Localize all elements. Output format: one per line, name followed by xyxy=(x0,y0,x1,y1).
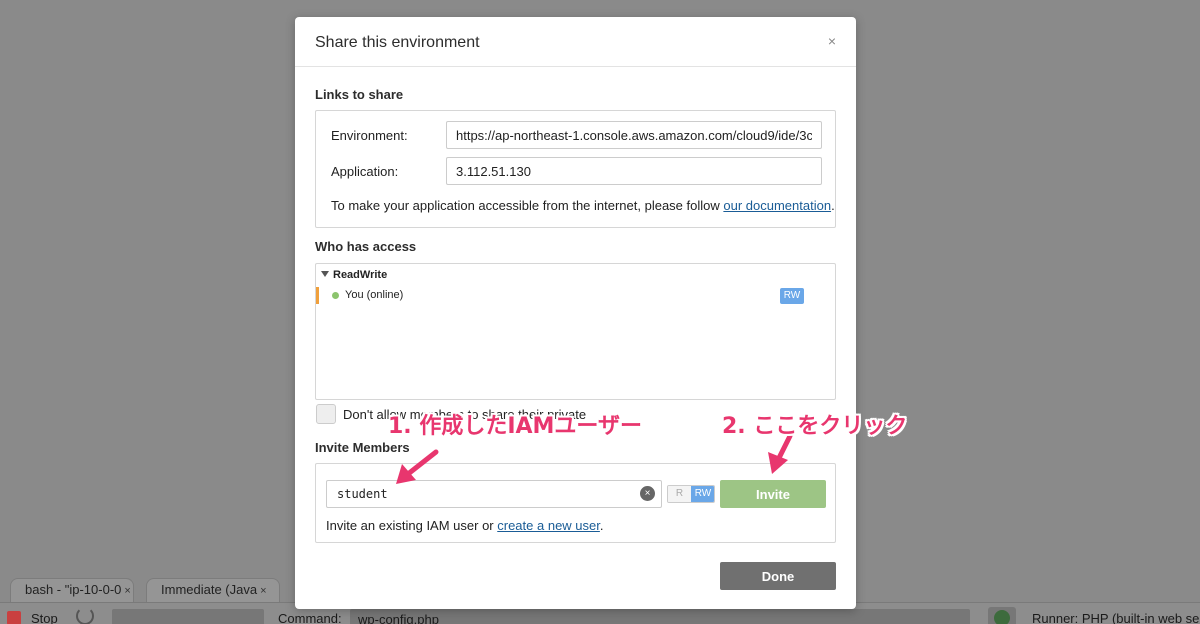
done-button[interactable]: Done xyxy=(720,562,836,590)
invite-button[interactable]: Invite xyxy=(720,480,826,508)
access-panel: ReadWrite You (online) RW xyxy=(315,263,836,400)
online-status-icon xyxy=(332,292,339,299)
dialog-header: Share this environment × xyxy=(295,17,856,67)
command-input[interactable] xyxy=(350,609,970,624)
stop-button-label[interactable]: Stop xyxy=(31,611,58,624)
permission-toggle[interactable]: R RW xyxy=(667,485,715,503)
clear-input-icon[interactable]: × xyxy=(640,486,655,501)
command-label: Command: xyxy=(278,611,342,624)
environment-label: Environment: xyxy=(331,128,408,143)
runner-gear-icon[interactable] xyxy=(988,607,1016,624)
dialog-title: Share this environment xyxy=(315,34,480,51)
tab-label: bash - "ip-10-0-0 xyxy=(25,582,122,597)
close-icon[interactable]: × xyxy=(828,33,836,49)
environment-url-field[interactable] xyxy=(446,121,822,149)
permission-read-option[interactable]: R xyxy=(668,486,691,502)
documentation-link[interactable]: our documentation xyxy=(723,198,831,213)
annotation-step1: 1. 作成したIAMユーザー xyxy=(388,414,642,439)
links-section-title: Links to share xyxy=(315,87,404,102)
tab-label: Immediate (Java xyxy=(161,582,258,597)
links-note: To make your application accessible from… xyxy=(331,198,835,213)
invite-panel: × R RW Invite Invite an existing IAM use… xyxy=(315,463,836,543)
share-dialog: Share this environment × Links to share … xyxy=(295,17,856,609)
tab-bash[interactable]: bash - "ip-10-0-0 × xyxy=(10,578,134,602)
member-name: You (online) xyxy=(345,289,404,301)
annotation-step2: 2. ここをクリック xyxy=(722,414,908,439)
member-row: You (online) RW xyxy=(316,287,835,304)
invite-note-text: Invite an existing IAM user or xyxy=(326,518,498,533)
caret-down-icon[interactable] xyxy=(321,271,329,277)
restart-icon[interactable] xyxy=(76,607,94,624)
links-panel: Environment: Application: To make your a… xyxy=(315,110,836,228)
application-url-field[interactable] xyxy=(446,157,822,185)
invite-section-title: Invite Members xyxy=(315,440,410,455)
member-indicator xyxy=(316,287,319,304)
runner-label[interactable]: Runner: PHP (built-in web ser xyxy=(1032,611,1200,624)
tab-close-icon[interactable]: × xyxy=(124,585,130,597)
invite-note-suffix: . xyxy=(599,518,604,533)
application-label: Application: xyxy=(331,164,399,179)
group-label: ReadWrite xyxy=(333,269,388,281)
tab-close-icon[interactable]: × xyxy=(260,585,266,597)
create-user-link[interactable]: create a new user xyxy=(497,518,600,533)
member-permission-badge[interactable]: RW xyxy=(780,288,804,304)
access-section-title: Who has access xyxy=(315,239,417,254)
links-note-suffix: . xyxy=(831,198,835,213)
links-note-text: To make your application accessible from… xyxy=(331,198,724,213)
invite-username-input[interactable] xyxy=(326,480,662,508)
tab-immediate[interactable]: Immediate (Java × xyxy=(146,578,280,602)
invite-note: Invite an existing IAM user or create a … xyxy=(326,518,604,533)
permission-readwrite-option[interactable]: RW xyxy=(691,486,714,502)
stop-icon[interactable] xyxy=(7,611,21,624)
group-readwrite[interactable]: ReadWrite xyxy=(321,269,387,281)
run-config-field[interactable] xyxy=(112,609,264,624)
private-share-checkbox[interactable] xyxy=(316,404,336,424)
